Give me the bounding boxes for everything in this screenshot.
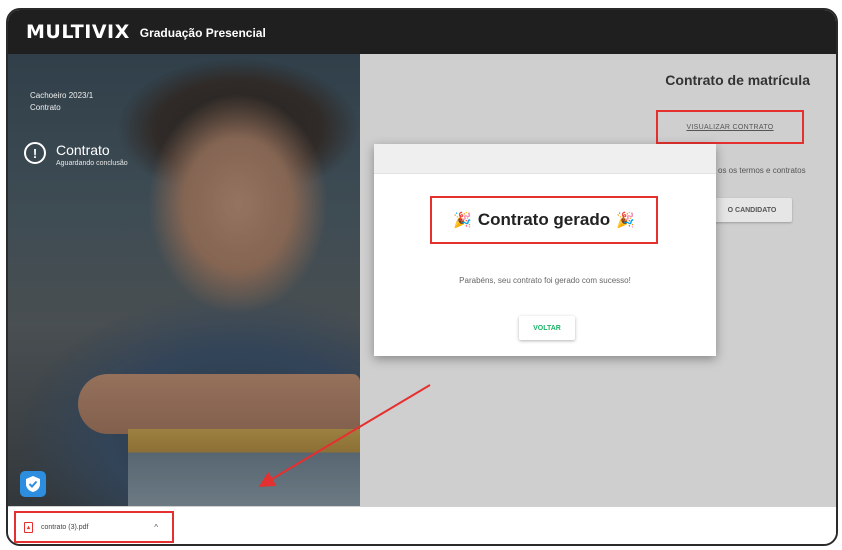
status-title: Contrato [56, 142, 110, 158]
semester-label: Cachoeiro 2023/1 [30, 91, 94, 100]
modal-title-highlight: 🎉 Contrato gerado 🎉 [430, 196, 658, 244]
semester-sub-label: Contrato [30, 103, 61, 112]
modal-title: Contrato gerado [477, 210, 611, 229]
brand-logo[interactable]: MULTIVIX [26, 21, 130, 43]
download-filename[interactable]: contrato (3).pdf [41, 524, 88, 531]
top-bar: MULTIVIX Graduação Presencial [8, 10, 836, 54]
contract-title: Contrato de matrícula [665, 72, 810, 88]
modal-header [374, 144, 716, 174]
contract-status: ! Contrato Aguardando conclusão [24, 142, 128, 167]
left-photo-panel: Cachoeiro 2023/1 Contrato ! Contrato Agu… [8, 54, 360, 506]
shield-check-icon[interactable] [20, 471, 46, 497]
pdf-file-icon: ▴ [24, 521, 33, 533]
contract-modal: 🎉 Contrato gerado 🎉 Parabéns, seu contra… [374, 144, 716, 356]
download-bar: ▴ contrato (3).pdf ^ [8, 506, 836, 544]
download-item[interactable]: ▴ contrato (3).pdf ^ [14, 511, 174, 543]
status-text: Contrato Aguardando conclusão [56, 142, 128, 167]
back-button[interactable]: VOLTAR [519, 316, 575, 340]
view-contract-highlight: VISUALIZAR CONTRATO [656, 110, 804, 144]
photo-overlay [8, 54, 360, 506]
party-popper-icon: 🎉 [616, 212, 635, 229]
chevron-up-icon[interactable]: ^ [154, 523, 158, 532]
view-contract-link[interactable]: VISUALIZAR CONTRATO [686, 124, 773, 131]
modal-message: Parabéns, seu contrato foi gerado com su… [459, 276, 631, 285]
status-subtitle: Aguardando conclusão [56, 160, 128, 167]
brand-subtitle: Graduação Presencial [139, 26, 266, 40]
candidate-button[interactable]: O CANDIDATO [712, 198, 792, 222]
party-popper-icon: 🎉 [453, 212, 472, 229]
alert-circle-icon: ! [24, 142, 46, 164]
semester-info: Cachoeiro 2023/1 Contrato [30, 90, 93, 114]
terms-text: os os termos e contratos [718, 166, 806, 175]
